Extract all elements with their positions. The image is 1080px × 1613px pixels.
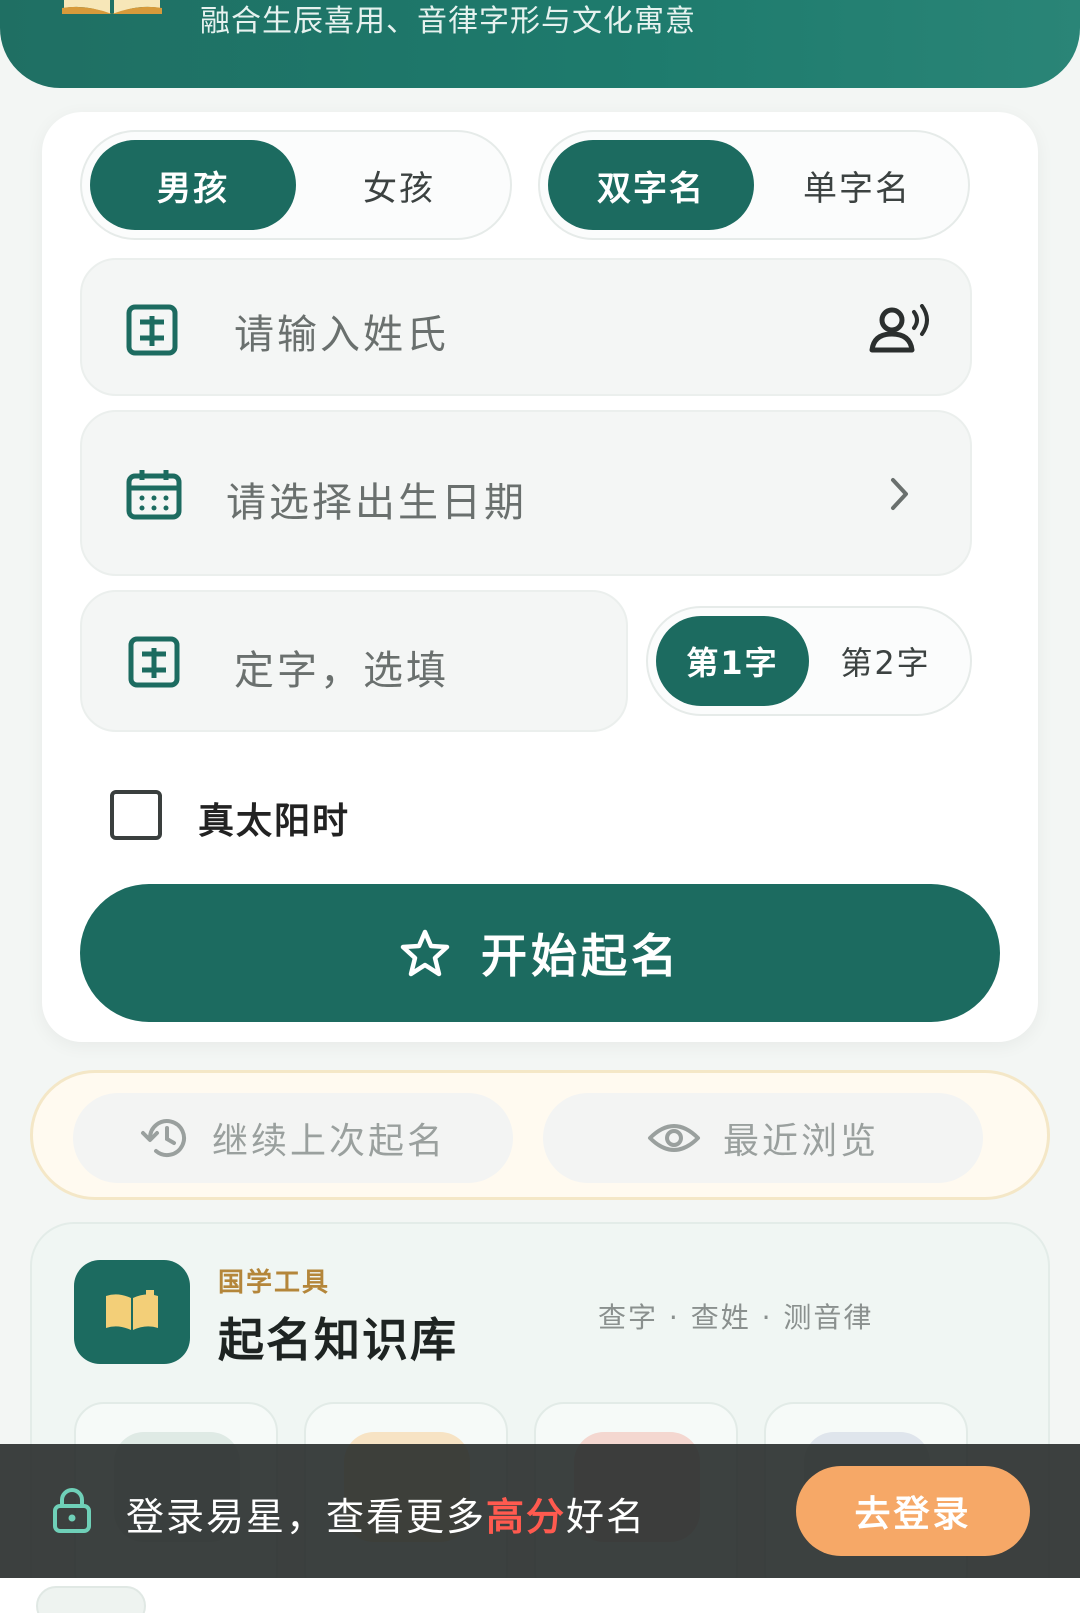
go-login-button[interactable]: 去登录 [796,1466,1030,1556]
name-length-option-double[interactable]: 双字名 [548,140,754,230]
char-position-selector: 第1字 第2字 [646,606,972,716]
true-solar-time-label: 真太阳时 [198,801,351,842]
surname-placeholder: 请输入姓氏 [234,312,449,358]
login-message-pre: 登录易星，查看更多 [126,1495,487,1539]
name-length-option-single[interactable]: 单字名 [754,140,960,230]
start-naming-label: 开始起名 [481,929,681,983]
continue-last-naming-button[interactable]: 继续上次起名 [73,1093,513,1183]
char-position-option-second[interactable]: 第2字 [809,616,962,706]
recent-browse-label: 最近浏览 [722,1121,879,1162]
login-message-highlight: 高分 [486,1495,567,1539]
char-position-option-first[interactable]: 第1字 [656,616,809,706]
start-naming-button[interactable]: 开始起名 [80,884,1000,1022]
bottom-tab-partial [36,1586,146,1613]
character-grid-icon [126,304,178,356]
bottom-area [0,1578,1080,1613]
history-card: 继续上次起名 最近浏览 [30,1070,1050,1200]
birth-date-placeholder: 请选择出生日期 [226,480,527,526]
fixed-char-field[interactable]: 定字，选填 [80,590,628,732]
knowledge-title: 起名知识库 [218,1313,458,1367]
knowledge-kicker: 国学工具 [218,1268,331,1298]
character-grid-icon [128,636,180,688]
login-message: 登录易星，查看更多高分好名 [126,1486,646,1541]
login-message-post: 好名 [566,1495,647,1539]
calendar-icon [126,470,182,520]
app-header: 融合生辰喜用、音律字形与文化寓意 [0,0,1080,88]
star-icon [400,929,450,977]
history-icon [140,1119,186,1157]
fixed-char-placeholder: 定字，选填 [234,648,449,694]
voice-input-icon[interactable] [866,304,936,356]
knowledge-links[interactable]: 查字 · 查姓 · 测音律 [598,1296,873,1336]
name-length-selector: 双字名 单字名 [538,130,970,240]
open-book-logo-icon [62,0,162,14]
gender-option-boy[interactable]: 男孩 [90,140,296,230]
lock-icon [53,1488,91,1533]
surname-field[interactable]: 请输入姓氏 [80,258,972,396]
true-solar-time-checkbox[interactable] [110,790,162,840]
chevron-right-icon [891,478,908,510]
knowledge-book-icon [74,1260,190,1364]
recent-browse-button[interactable]: 最近浏览 [543,1093,983,1183]
header-subtitle: 融合生辰喜用、音律字形与文化寓意 [200,4,696,39]
eye-icon [647,1124,700,1152]
gender-selector: 男孩 女孩 [80,130,512,240]
birth-date-field[interactable]: 请选择出生日期 [80,410,972,576]
continue-last-naming-label: 继续上次起名 [211,1121,446,1162]
naming-form-card: 男孩 女孩 双字名 单字名 请输入姓氏 请选择出生日期 定字，选填 第1字 第2… [42,112,1038,1042]
login-prompt-bar: 登录易星，查看更多高分好名 去登录 [0,1444,1080,1578]
gender-option-girl[interactable]: 女孩 [296,140,502,230]
